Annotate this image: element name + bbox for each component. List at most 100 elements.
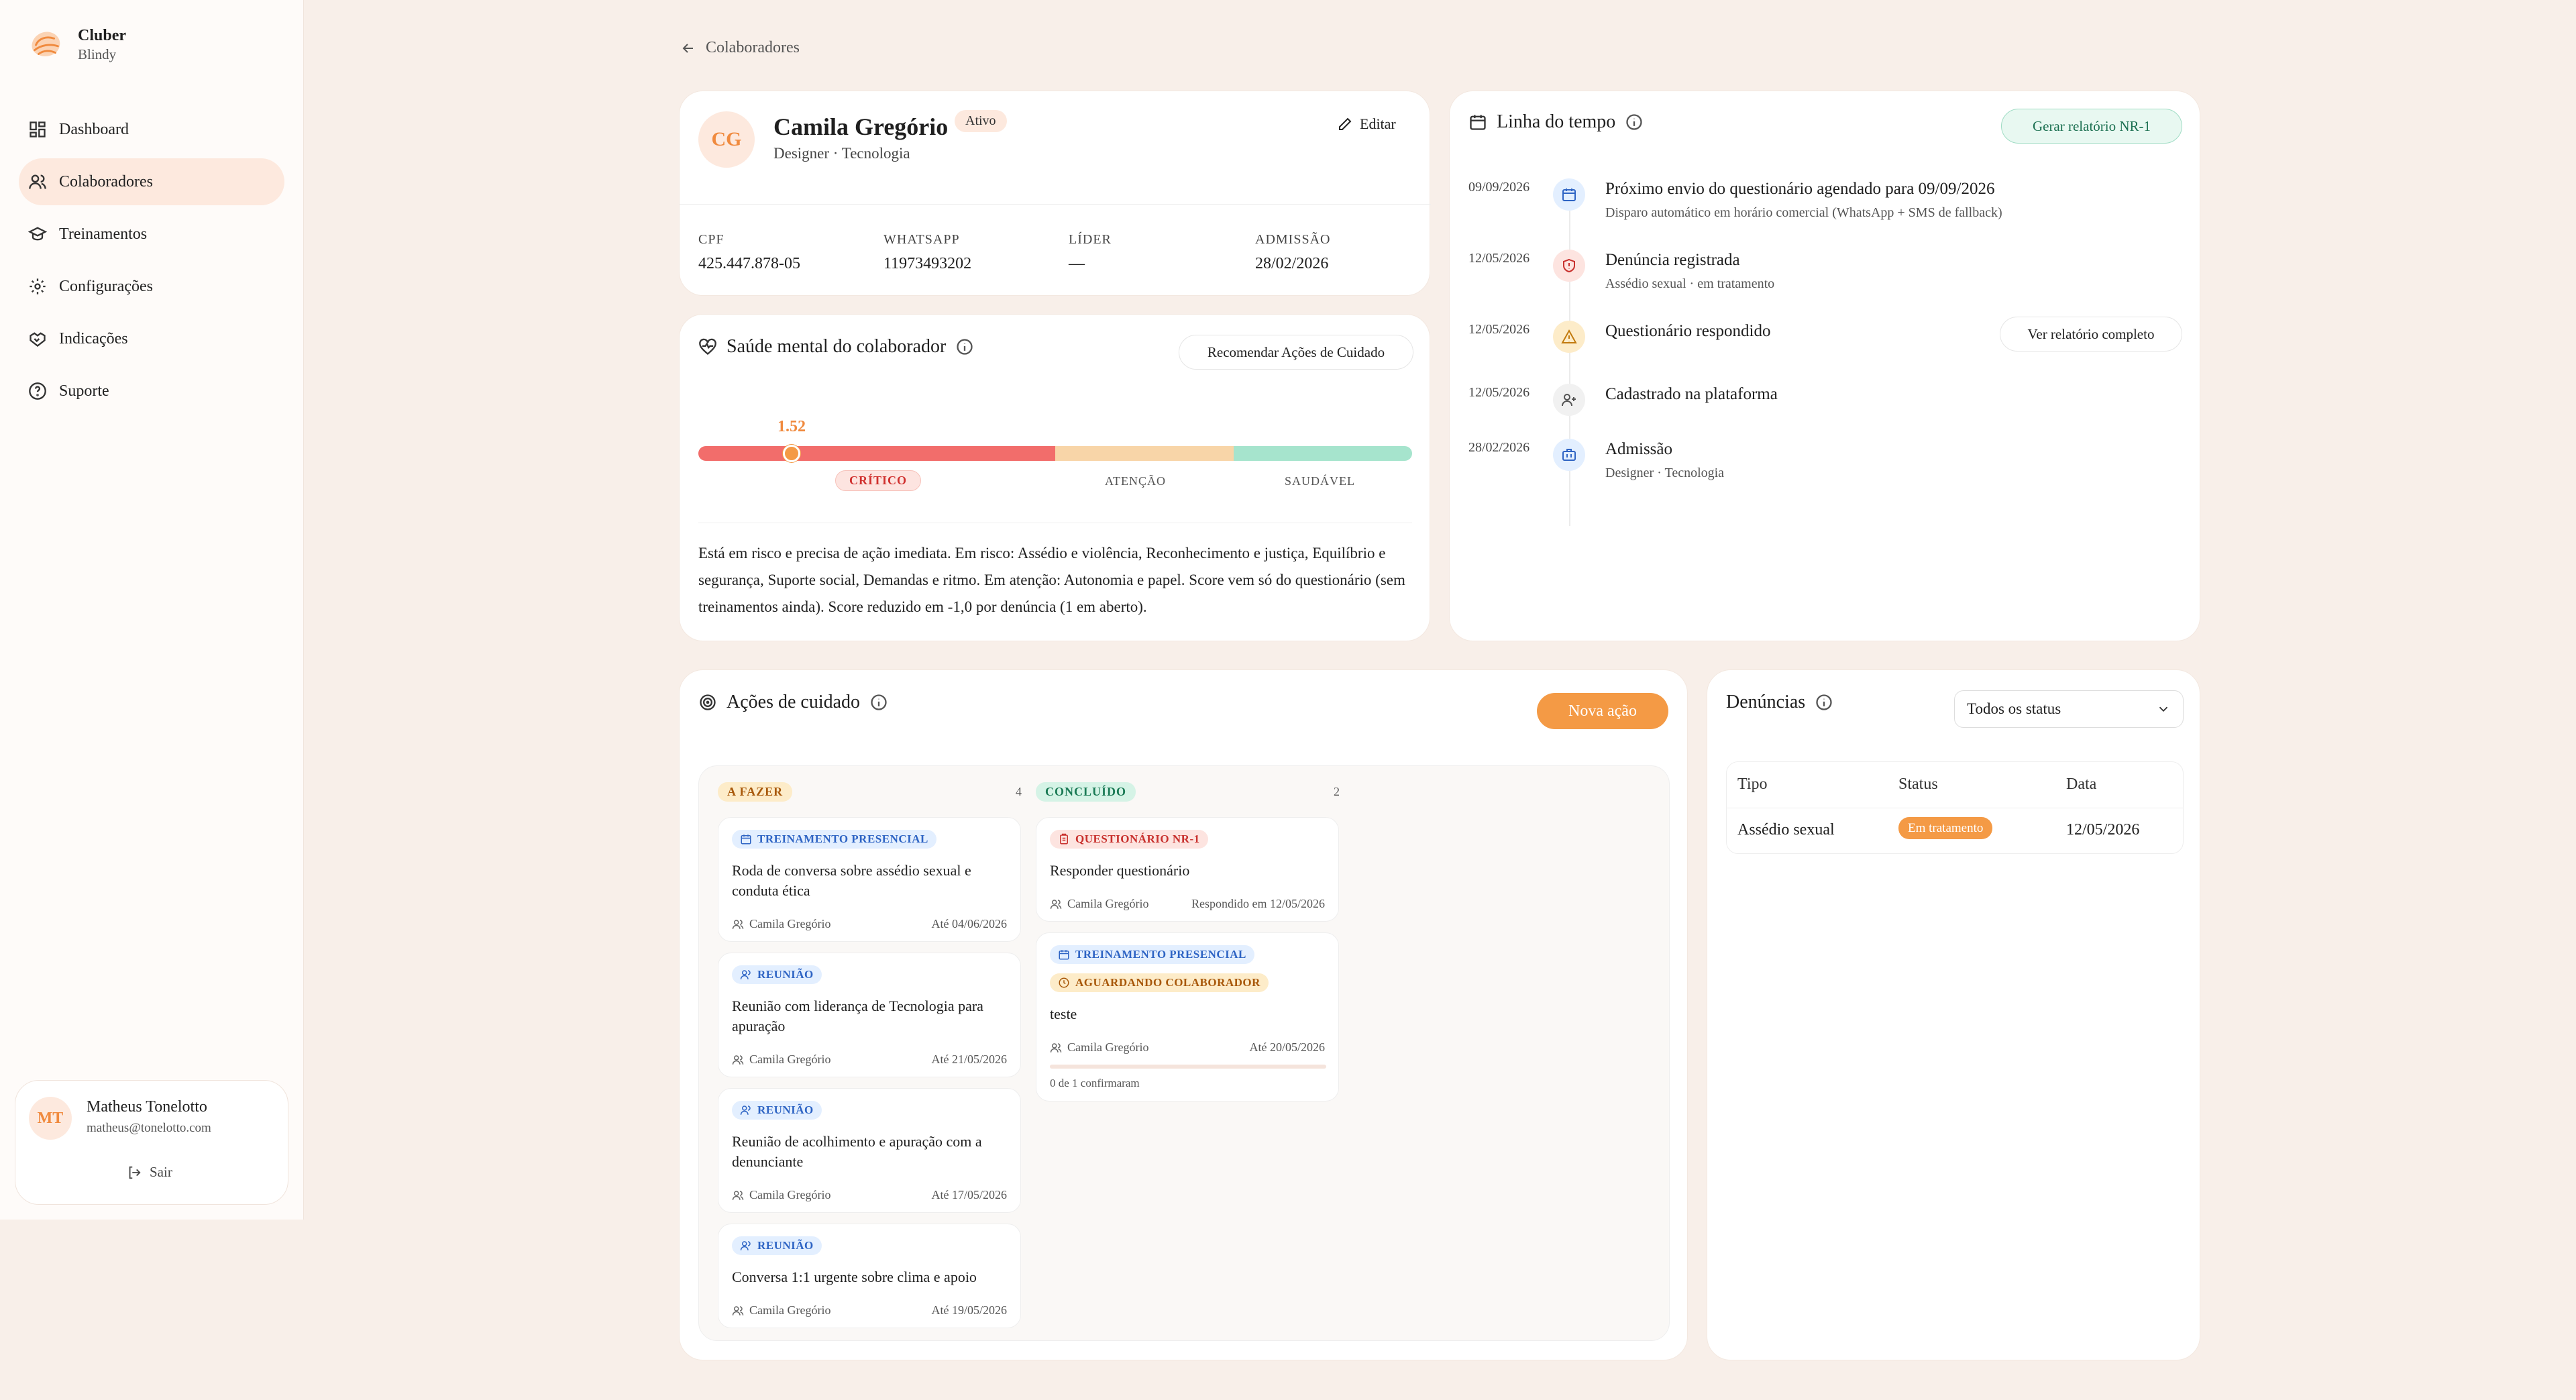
action-card[interactable]: REUNIÃO Reunião com liderança de Tecnolo… [718,953,1021,1077]
event-dot [1553,178,1585,211]
event-date: 12/05/2026 [1468,385,1530,400]
brain-logo-icon [32,32,60,56]
sidebar-item-suporte[interactable]: Suporte [19,368,284,415]
action-due: Respondido em 12/05/2026 [1191,897,1325,910]
info-icon[interactable] [1625,113,1644,131]
table-header-data: Data [2066,775,2097,793]
edit-button[interactable]: Editar [1337,115,1396,133]
sidebar-item-label: Colaboradores [59,172,153,191]
table-header-status: Status [1898,775,1938,793]
action-card[interactable]: REUNIÃO Conversa 1:1 urgente sobre clima… [718,1224,1021,1328]
logout-label: Sair [150,1164,172,1180]
action-title: Reunião de acolhimento e apuração com a … [732,1133,982,1170]
mental-health-card: Saúde mental do colaborador Recomendar A… [679,314,1430,641]
event-date: 12/05/2026 [1468,322,1530,337]
action-card[interactable]: QUESTIONÁRIO NR-1 Responder questionário… [1036,817,1339,922]
action-status-label: AGUARDANDO COLABORADOR [1075,976,1260,989]
event-title: Admissão [1605,440,1672,458]
action-meta: Camila Gregório Até 17/05/2026 [732,1188,1007,1202]
brand-name: Cluber [78,27,126,44]
action-meta: Camila Gregório Até 19/05/2026 [732,1303,1007,1317]
chevron-down-icon [2159,706,2168,712]
heart-pulse-icon [699,338,716,356]
healthy-segment [1234,446,1412,461]
action-card[interactable]: REUNIÃO Reunião de acolhimento e apuraçã… [718,1088,1021,1213]
warning-icon [1561,329,1577,343]
calendar-icon [1562,189,1576,201]
action-card[interactable]: TREINAMENTO PRESENCIAL AGUARDANDO COLABO… [1036,932,1339,1101]
users-icon [732,1305,744,1315]
sidebar-item-colaboradores[interactable]: Colaboradores [19,158,284,205]
action-tag-label: REUNIÃO [757,1239,814,1252]
profile-avatar: CG [698,111,755,168]
sidebar-item-treinamentos[interactable]: Treinamentos [19,211,284,258]
status-filter-select[interactable]: Todos os status [1954,690,2184,728]
sidebar-item-indicacoes[interactable]: Indicações [19,315,284,362]
action-tag: QUESTIONÁRIO NR-1 [1050,830,1208,849]
users-icon [1050,899,1062,909]
handshake-icon [30,332,46,347]
users-icon [732,1190,744,1200]
event-dot [1553,321,1585,353]
pencil-icon [1339,117,1352,130]
users-icon [740,1106,751,1115]
timeline-card: Linha do tempo Gerar relatório NR-1 09/0… [1449,91,2200,641]
brand[interactable]: Cluber Blindy [27,25,126,64]
action-status-tag: AGUARDANDO COLABORADOR [1050,973,1269,992]
calendar-icon [741,834,751,845]
care-actions-card: Ações de cuidado Nova ação A FAZER 4 CON… [679,669,1688,1360]
clock-icon [1059,977,1069,988]
users-icon [1050,1042,1062,1053]
profile-card: CG Camila Gregório Ativo Designer · Tecn… [679,91,1431,296]
logout-button[interactable]: Sair [127,1164,172,1181]
avatar: MT [29,1097,72,1140]
info-icon[interactable] [1815,693,1833,712]
sidebar-item-dashboard[interactable]: Dashboard [19,106,284,153]
users-icon [732,919,744,929]
sidebar: Cluber Blindy Dashboard Colaboradores Tr… [0,0,304,1220]
action-assignee: Camila Gregório [732,917,830,931]
action-meta: Camila Gregório Até 21/05/2026 [732,1053,1007,1067]
graduation-cap-icon [28,227,47,241]
mental-health-heading: Saúde mental do colaborador [698,336,974,358]
arrow-left-icon [682,43,693,53]
new-action-button[interactable]: Nova ação [1537,693,1668,729]
field-value-admissao: 28/02/2026 [1255,255,1329,272]
field-value-whatsapp: 11973493202 [883,255,972,272]
info-icon[interactable] [869,693,888,712]
target-icon [700,694,716,710]
action-title: Roda de conversa sobre assédio sexual e … [732,862,971,899]
action-due: Até 20/05/2026 [1249,1040,1326,1054]
action-assignee: Camila Gregório [1050,897,1148,911]
attention-segment [1055,446,1234,461]
score-marker [783,445,800,462]
field-label-lider: LÍDER [1069,232,1112,247]
column-done-count: 2 [1334,785,1340,798]
mental-health-title: Saúde mental do colaborador [727,336,947,357]
cell-tipo: Assédio sexual [1737,821,1835,839]
field-value-lider: — [1069,255,1085,272]
action-card[interactable]: TREINAMENTO PRESENCIAL Roda de conversa … [718,817,1021,942]
generate-report-button[interactable]: Gerar relatório NR-1 [2001,109,2182,144]
sidebar-item-label: Treinamentos [59,225,148,243]
info-icon[interactable] [955,337,974,356]
action-tag: TREINAMENTO PRESENCIAL [732,830,936,849]
field-label-whatsapp: WHATSAPP [883,232,960,247]
action-tag-label: REUNIÃO [757,1103,814,1116]
back-link[interactable]: Colaboradores [680,39,800,57]
zone-healthy-label: SAUDÁVEL [1285,474,1355,488]
zone-critical-label: CRÍTICO [835,470,922,491]
action-assignee-name: Camila Gregório [749,917,831,930]
event-date: 28/02/2026 [1468,440,1530,455]
recommend-care-button[interactable]: Recomendar Ações de Cuidado [1179,335,1413,370]
profile-role: Designer · Tecnologia [773,145,910,162]
view-full-report-button[interactable]: Ver relatório completo [2000,317,2182,352]
logout-icon [129,1166,141,1179]
brand-sub: Blindy [78,46,117,62]
sidebar-item-configuracoes[interactable]: Configurações [19,263,284,310]
sidebar-nav: Dashboard Colaboradores Treinamentos Con… [19,106,284,420]
field-label-admissao: ADMISSÃO [1255,232,1331,247]
sidebar-item-label: Suporte [59,382,109,400]
action-tag-label: QUESTIONÁRIO NR-1 [1075,832,1200,845]
kanban-board: A FAZER 4 CONCLUÍDO 2 TREINAMENTO PRESEN… [698,765,1670,1341]
